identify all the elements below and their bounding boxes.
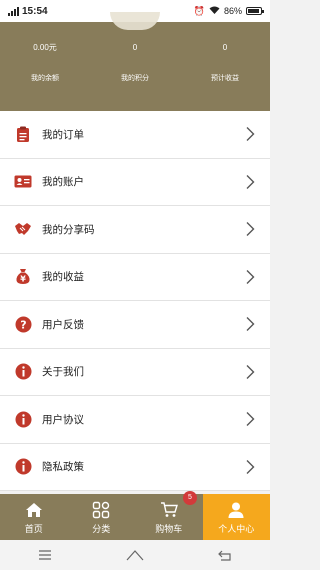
menu-item-about[interactable]: 关于我们 (0, 348, 270, 396)
tab-home[interactable]: 首页 (0, 494, 68, 540)
back-icon[interactable] (215, 548, 235, 562)
stat-points[interactable]: 0 我的积分 (90, 42, 180, 84)
menu-label: 我的收益 (42, 271, 84, 284)
wifi-icon (209, 6, 220, 17)
cart-icon (160, 500, 178, 520)
profile-header: 0.00元 我的余额 0 我的积分 0 预计收益 (0, 12, 270, 116)
tab-cart[interactable]: 5 购物车 (135, 491, 203, 540)
menu-item-share-code[interactable]: 我的分享码 (0, 206, 270, 254)
svg-text:¥: ¥ (20, 275, 26, 284)
menu-item-earnings[interactable]: ¥ 我的收益 (0, 253, 270, 301)
menu-icon[interactable] (35, 548, 55, 562)
status-time: 15:54 (22, 5, 48, 17)
stat-earnings[interactable]: 0 预计收益 (180, 42, 270, 84)
battery-icon (246, 7, 264, 15)
menu-item-privacy-policy[interactable]: 隐私政策 (0, 443, 270, 491)
menu-label: 用户协议 (42, 413, 84, 426)
clipboard-icon (14, 125, 32, 143)
tab-category[interactable]: 分类 (68, 494, 136, 540)
info-icon (14, 410, 32, 428)
stat-balance[interactable]: 0.00元 我的余额 (0, 42, 90, 84)
chevron-right-icon (246, 269, 255, 284)
menu-item-account[interactable]: 我的账户 (0, 158, 270, 206)
id-card-icon (14, 173, 32, 191)
stat-label: 我的余额 (31, 75, 59, 82)
menu-label: 隐私政策 (42, 461, 84, 474)
chevron-right-icon (246, 222, 255, 237)
bottom-tab-bar: 首页 分类 5 购物车 个人中心 (0, 491, 270, 540)
stat-value: 0 (222, 43, 228, 52)
menu-label: 用户反馈 (42, 318, 84, 331)
menu-label: 我的分享码 (42, 223, 95, 236)
tab-profile[interactable]: 个人中心 (202, 494, 270, 540)
menu-label: 我的订单 (42, 128, 84, 141)
cart-badge: 5 (183, 491, 197, 505)
battery-percent: 86% (223, 6, 242, 16)
tab-label: 个人中心 (218, 523, 255, 534)
stat-label: 我的积分 (121, 75, 149, 82)
menu-item-feedback[interactable]: ? 用户反馈 (0, 301, 270, 349)
chevron-right-icon (246, 412, 255, 427)
menu-label: 我的账户 (42, 176, 84, 189)
handshake-icon (14, 220, 32, 238)
stat-value: 0 (132, 43, 138, 52)
system-nav-bar (0, 540, 270, 570)
question-icon: ? (14, 315, 32, 333)
tab-label: 分类 (92, 523, 111, 534)
menu-label: 关于我们 (42, 366, 84, 379)
chevron-right-icon (246, 364, 255, 379)
tab-label: 购物车 (155, 523, 183, 534)
menu-item-user-agreement[interactable]: 用户协议 (0, 396, 270, 444)
chevron-right-icon (246, 127, 255, 142)
user-icon (227, 500, 245, 520)
chevron-right-icon (246, 459, 255, 474)
money-bag-icon: ¥ (14, 268, 32, 286)
home-icon (25, 500, 43, 520)
alarm-icon: ⏰ (193, 5, 205, 16)
info-icon (14, 363, 32, 381)
menu-item-orders[interactable]: 我的订单 (0, 111, 270, 159)
chevron-right-icon (246, 174, 255, 189)
category-icon (92, 500, 110, 520)
home-button-icon[interactable] (125, 548, 145, 562)
stat-label: 预计收益 (211, 75, 239, 82)
info-icon (14, 458, 32, 476)
chevron-right-icon (246, 317, 255, 332)
signal-icon (8, 6, 19, 16)
stats-row: 0.00元 我的余额 0 我的积分 0 预计收益 (0, 42, 270, 84)
tab-label: 首页 (24, 523, 43, 534)
stat-value: 0.00元 (33, 43, 57, 52)
avatar (110, 12, 160, 30)
svg-text:?: ? (20, 318, 26, 331)
menu-list: 我的订单 我的账户 我的分享码 ¥ 我的收益 ? 用户反馈 关于我们 用户协议 … (0, 111, 270, 491)
